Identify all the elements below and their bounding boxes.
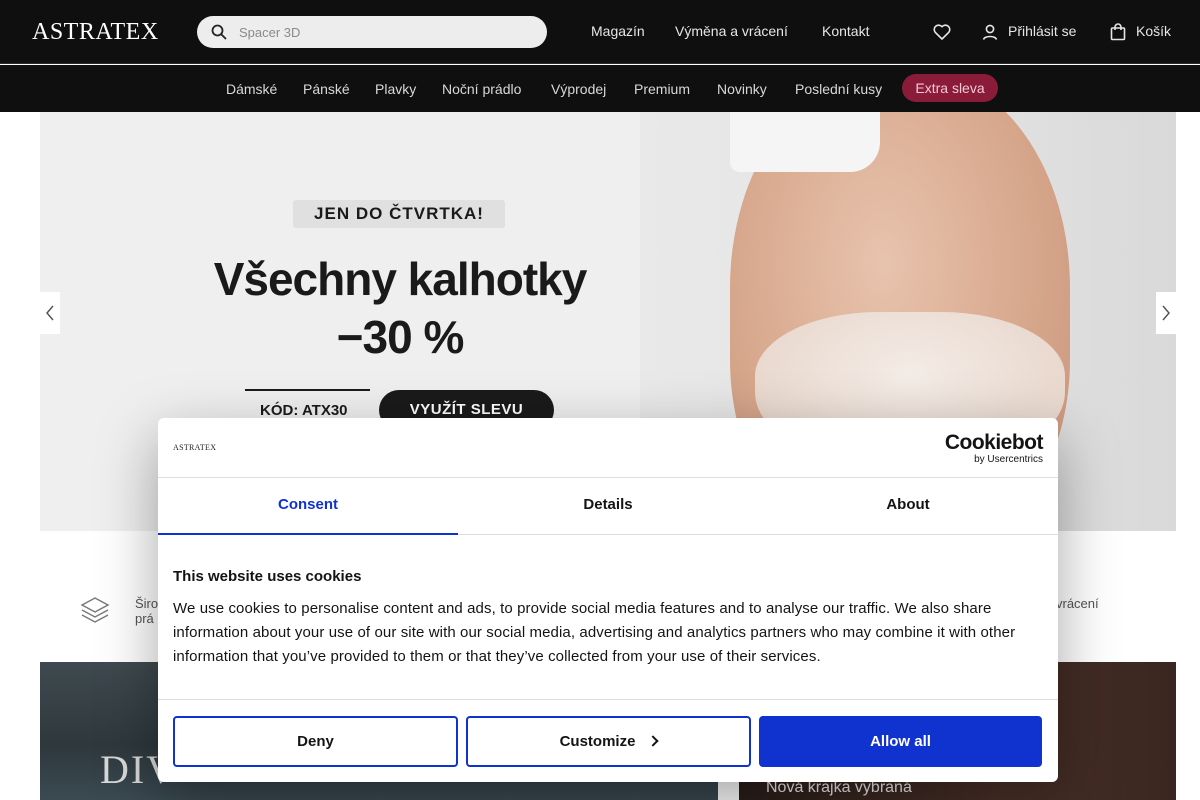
allow-all-button-label: Allow all bbox=[870, 733, 931, 750]
category-damske[interactable]: Dámské bbox=[226, 81, 277, 97]
customize-button-label: Customize bbox=[559, 733, 636, 750]
heart-icon[interactable] bbox=[932, 22, 952, 42]
benefit-text-left: Širo prá bbox=[135, 596, 158, 626]
layers-icon bbox=[80, 597, 110, 623]
search-bar[interactable] bbox=[197, 16, 547, 48]
hero-title: Všechny kalhotky −30 % bbox=[140, 250, 660, 366]
cart-button[interactable]: Košík bbox=[1136, 23, 1171, 39]
tab-details[interactable]: Details bbox=[458, 478, 758, 535]
category-premium[interactable]: Premium bbox=[634, 81, 690, 97]
category-panske[interactable]: Pánské bbox=[303, 81, 350, 97]
user-icon[interactable] bbox=[980, 22, 1000, 42]
hero-top-garment bbox=[730, 112, 880, 172]
category-vyprodej[interactable]: Výprodej bbox=[551, 81, 606, 97]
cookiebot-logo-main: Cookiebot bbox=[944, 431, 1044, 454]
dialog-tabs: Consent Details About bbox=[158, 478, 1058, 535]
benefit-left-line2: prá bbox=[135, 611, 154, 626]
top-header: ASTRATEX Magazín Výměna a vrácení Kontak… bbox=[0, 0, 1200, 64]
hero-title-line1: Všechny kalhotky bbox=[213, 253, 588, 305]
carousel-next-button[interactable] bbox=[1156, 292, 1176, 334]
hero-discount-code: KÓD: ATX30 bbox=[260, 402, 348, 419]
site-logo[interactable]: ASTRATEX bbox=[32, 19, 159, 46]
dialog-heading: This website uses cookies bbox=[173, 568, 362, 585]
tab-consent[interactable]: Consent bbox=[158, 478, 458, 535]
search-input[interactable] bbox=[239, 16, 529, 48]
category-novinky[interactable]: Novinky bbox=[717, 81, 767, 97]
dialog-footer: Deny Customize Allow all bbox=[158, 699, 1058, 782]
dialog-body-text: We use cookies to personalise content an… bbox=[173, 600, 1016, 665]
tab-about[interactable]: About bbox=[758, 478, 1058, 535]
dialog-site-logo: ASTRATEX bbox=[173, 443, 217, 452]
login-button[interactable]: Přihlásit se bbox=[1008, 23, 1076, 39]
nav-link-returns[interactable]: Výměna a vrácení bbox=[675, 23, 788, 39]
search-icon bbox=[211, 24, 227, 40]
deny-button[interactable]: Deny bbox=[173, 716, 458, 767]
nav-link-magazin[interactable]: Magazín bbox=[591, 23, 645, 39]
category-extra-sleva[interactable]: Extra sleva bbox=[902, 74, 998, 102]
category-nav: Dámské Pánské Plavky Noční prádlo Výprod… bbox=[0, 65, 1200, 112]
category-plavky[interactable]: Plavky bbox=[375, 81, 416, 97]
hero-divider bbox=[245, 389, 370, 391]
category-posledni-kusy[interactable]: Poslední kusy bbox=[795, 81, 882, 97]
dialog-header: ASTRATEX Cookiebot by Usercentrics bbox=[158, 418, 1058, 478]
deny-button-label: Deny bbox=[297, 733, 334, 750]
shopping-bag-icon[interactable] bbox=[1108, 22, 1128, 42]
allow-all-button[interactable]: Allow all bbox=[759, 716, 1042, 767]
nav-link-contact[interactable]: Kontakt bbox=[822, 23, 869, 39]
cookie-consent-dialog: ASTRATEX Cookiebot by Usercentrics Conse… bbox=[158, 418, 1058, 782]
customize-button[interactable]: Customize bbox=[466, 716, 751, 767]
cookiebot-logo[interactable]: Cookiebot by Usercentrics bbox=[944, 431, 1044, 466]
category-nocni-pradlo[interactable]: Noční prádlo bbox=[442, 81, 521, 97]
benefit-text-right: vrácení bbox=[1056, 596, 1099, 611]
chevron-right-icon bbox=[647, 735, 660, 747]
benefit-left-line1: Širo bbox=[135, 596, 159, 611]
active-tab-indicator bbox=[158, 533, 458, 535]
hero-badge: JEN DO ČTVRTKA! bbox=[293, 200, 505, 228]
chevron-left-icon bbox=[46, 305, 54, 321]
chevron-right-icon bbox=[1162, 305, 1170, 321]
hero-title-line2: −30 % bbox=[336, 311, 465, 363]
carousel-prev-button[interactable] bbox=[40, 292, 60, 334]
cookiebot-logo-sub: by Usercentrics bbox=[974, 454, 1043, 465]
